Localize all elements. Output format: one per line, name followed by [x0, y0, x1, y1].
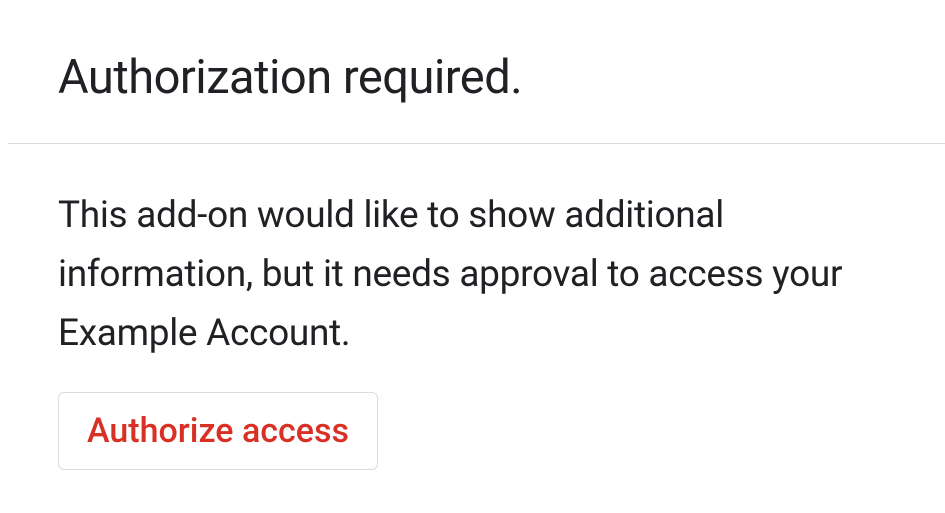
dialog-body: This add-on would like to show additiona… [0, 144, 945, 470]
dialog-header: Authorization required. [0, 0, 945, 143]
dialog-title: Authorization required. [58, 50, 887, 105]
button-wrapper: Authorize access [58, 392, 887, 470]
authorization-dialog: Authorization required. This add-on woul… [0, 0, 945, 470]
authorize-button[interactable]: Authorize access [58, 392, 378, 470]
dialog-description: This add-on would like to show additiona… [58, 186, 887, 364]
